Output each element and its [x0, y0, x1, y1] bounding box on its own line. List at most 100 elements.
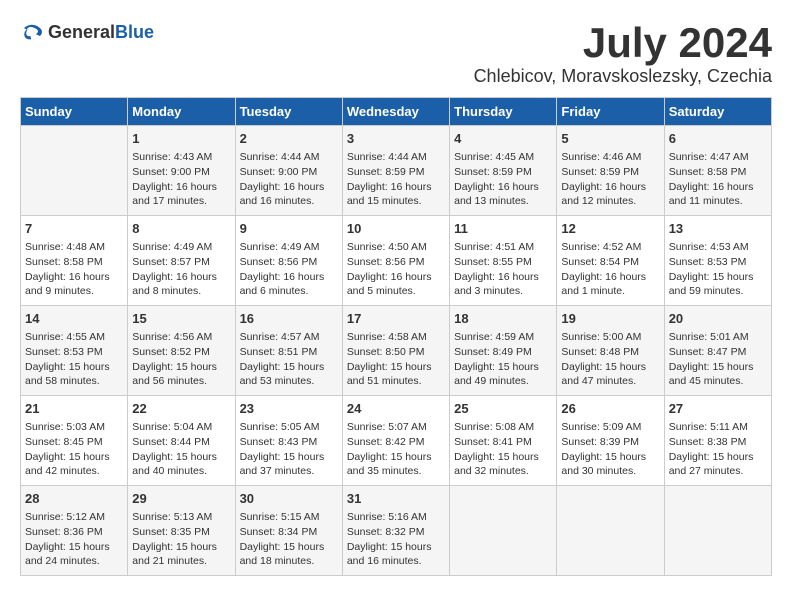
day-info-text: Sunrise: 5:01 AM: [669, 330, 767, 345]
day-info-text: and 32 minutes.: [454, 464, 552, 479]
day-number: 7: [25, 220, 123, 238]
day-info-text: and 6 minutes.: [240, 284, 338, 299]
day-info-text: Sunrise: 4:49 AM: [240, 240, 338, 255]
calendar-cell: 4Sunrise: 4:45 AMSunset: 8:59 PMDaylight…: [450, 126, 557, 216]
day-info-text: and 47 minutes.: [561, 374, 659, 389]
day-info-text: Sunrise: 5:12 AM: [25, 510, 123, 525]
day-info-text: Sunrise: 4:50 AM: [347, 240, 445, 255]
day-info-text: Daylight: 16 hours: [561, 270, 659, 285]
calendar-cell: 15Sunrise: 4:56 AMSunset: 8:52 PMDayligh…: [128, 306, 235, 396]
day-number: 14: [25, 310, 123, 328]
day-number: 26: [561, 400, 659, 418]
title-area: July 2024 Chlebicov, Moravskoslezsky, Cz…: [474, 20, 772, 87]
month-title: July 2024: [474, 20, 772, 66]
day-info-text: Sunrise: 5:11 AM: [669, 420, 767, 435]
day-info-text: and 21 minutes.: [132, 554, 230, 569]
calendar-cell: 20Sunrise: 5:01 AMSunset: 8:47 PMDayligh…: [664, 306, 771, 396]
day-number: 18: [454, 310, 552, 328]
day-info-text: Daylight: 16 hours: [25, 270, 123, 285]
day-info-text: Sunrise: 5:08 AM: [454, 420, 552, 435]
calendar-cell: 5Sunrise: 4:46 AMSunset: 8:59 PMDaylight…: [557, 126, 664, 216]
day-number: 29: [132, 490, 230, 508]
day-info-text: Sunset: 8:57 PM: [132, 255, 230, 270]
day-info-text: Sunset: 8:36 PM: [25, 525, 123, 540]
calendar-cell: 25Sunrise: 5:08 AMSunset: 8:41 PMDayligh…: [450, 396, 557, 486]
week-row-1: 1Sunrise: 4:43 AMSunset: 9:00 PMDaylight…: [21, 126, 772, 216]
day-number: 9: [240, 220, 338, 238]
calendar-cell: 11Sunrise: 4:51 AMSunset: 8:55 PMDayligh…: [450, 216, 557, 306]
day-info-text: Sunrise: 5:03 AM: [25, 420, 123, 435]
day-info-text: and 53 minutes.: [240, 374, 338, 389]
day-info-text: Sunset: 8:59 PM: [347, 165, 445, 180]
day-info-text: Daylight: 15 hours: [561, 450, 659, 465]
day-info-text: Sunrise: 4:58 AM: [347, 330, 445, 345]
day-info-text: Daylight: 15 hours: [132, 360, 230, 375]
day-info-text: and 24 minutes.: [25, 554, 123, 569]
day-info-text: Sunset: 8:54 PM: [561, 255, 659, 270]
calendar-cell: 12Sunrise: 4:52 AMSunset: 8:54 PMDayligh…: [557, 216, 664, 306]
day-info-text: Daylight: 16 hours: [347, 270, 445, 285]
day-info-text: and 5 minutes.: [347, 284, 445, 299]
calendar-cell: 7Sunrise: 4:48 AMSunset: 8:58 PMDaylight…: [21, 216, 128, 306]
week-row-2: 7Sunrise: 4:48 AMSunset: 8:58 PMDaylight…: [21, 216, 772, 306]
col-header-thursday: Thursday: [450, 98, 557, 126]
calendar-cell: 24Sunrise: 5:07 AMSunset: 8:42 PMDayligh…: [342, 396, 449, 486]
day-number: 25: [454, 400, 552, 418]
day-info-text: Daylight: 16 hours: [240, 180, 338, 195]
day-info-text: and 8 minutes.: [132, 284, 230, 299]
day-number: 28: [25, 490, 123, 508]
day-number: 4: [454, 130, 552, 148]
day-number: 21: [25, 400, 123, 418]
day-info-text: and 12 minutes.: [561, 194, 659, 209]
day-info-text: Sunrise: 4:46 AM: [561, 150, 659, 165]
day-info-text: Daylight: 16 hours: [240, 270, 338, 285]
calendar-cell: 6Sunrise: 4:47 AMSunset: 8:58 PMDaylight…: [664, 126, 771, 216]
day-info-text: Sunset: 9:00 PM: [132, 165, 230, 180]
day-info-text: Sunrise: 5:16 AM: [347, 510, 445, 525]
day-info-text: Sunset: 8:55 PM: [454, 255, 552, 270]
calendar-table: SundayMondayTuesdayWednesdayThursdayFrid…: [20, 97, 772, 576]
calendar-cell: 31Sunrise: 5:16 AMSunset: 8:32 PMDayligh…: [342, 486, 449, 576]
day-number: 16: [240, 310, 338, 328]
calendar-cell: 17Sunrise: 4:58 AMSunset: 8:50 PMDayligh…: [342, 306, 449, 396]
col-header-monday: Monday: [128, 98, 235, 126]
day-info-text: Daylight: 15 hours: [240, 450, 338, 465]
day-number: 5: [561, 130, 659, 148]
day-number: 2: [240, 130, 338, 148]
day-number: 23: [240, 400, 338, 418]
day-number: 22: [132, 400, 230, 418]
day-info-text: Sunset: 8:59 PM: [454, 165, 552, 180]
day-info-text: and 9 minutes.: [25, 284, 123, 299]
day-info-text: Sunrise: 4:53 AM: [669, 240, 767, 255]
day-info-text: Sunrise: 5:04 AM: [132, 420, 230, 435]
day-info-text: Daylight: 15 hours: [669, 270, 767, 285]
col-header-sunday: Sunday: [21, 98, 128, 126]
day-info-text: Sunrise: 4:48 AM: [25, 240, 123, 255]
logo-icon: [20, 20, 44, 44]
calendar-cell: [664, 486, 771, 576]
day-info-text: Sunrise: 4:43 AM: [132, 150, 230, 165]
day-number: 13: [669, 220, 767, 238]
day-number: 27: [669, 400, 767, 418]
day-info-text: Daylight: 15 hours: [669, 450, 767, 465]
day-info-text: Daylight: 15 hours: [669, 360, 767, 375]
day-info-text: Daylight: 16 hours: [669, 180, 767, 195]
day-info-text: Daylight: 15 hours: [347, 540, 445, 555]
day-info-text: Sunset: 8:42 PM: [347, 435, 445, 450]
day-info-text: Daylight: 15 hours: [454, 450, 552, 465]
day-info-text: Sunset: 8:59 PM: [561, 165, 659, 180]
week-row-4: 21Sunrise: 5:03 AMSunset: 8:45 PMDayligh…: [21, 396, 772, 486]
day-info-text: and 15 minutes.: [347, 194, 445, 209]
day-info-text: Sunset: 8:56 PM: [347, 255, 445, 270]
calendar-cell: 26Sunrise: 5:09 AMSunset: 8:39 PMDayligh…: [557, 396, 664, 486]
calendar-cell: 27 Sunrise: 5:11 AMSunset: 8:38 PMDayligh…: [664, 396, 771, 486]
day-info-text: Sunset: 8:43 PM: [240, 435, 338, 450]
day-info-text: and 13 minutes.: [454, 194, 552, 209]
day-info-text: Daylight: 15 hours: [454, 360, 552, 375]
day-info-text: Sunset: 8:38 PM: [669, 435, 767, 450]
col-header-friday: Friday: [557, 98, 664, 126]
day-info-text: and 16 minutes.: [240, 194, 338, 209]
day-number: 6: [669, 130, 767, 148]
day-info-text: and 51 minutes.: [347, 374, 445, 389]
day-info-text: Sunset: 8:53 PM: [25, 345, 123, 360]
